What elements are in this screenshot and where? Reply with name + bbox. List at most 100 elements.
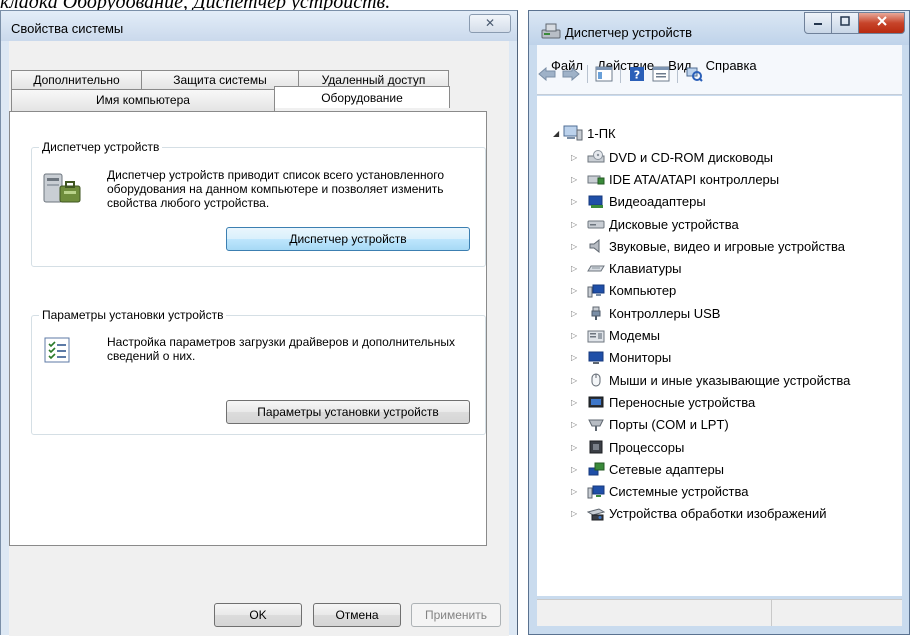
tree-item-label: Дисковые устройства (609, 216, 739, 232)
expand-arrow-icon[interactable]: ▷ (571, 353, 581, 362)
expand-arrow-icon[interactable]: ▷ (571, 153, 581, 162)
portable-device-icon (587, 394, 605, 410)
toolbar-separator (677, 65, 678, 83)
tree-item-label: IDE ATA/ATAPI контроллеры (609, 171, 780, 187)
tree-item-label: Переносные устройства (609, 394, 756, 410)
system-properties-title: Свойства системы (11, 21, 124, 36)
tree-item-label: Системные устройства (609, 484, 749, 500)
expand-arrow-icon[interactable]: ▷ (571, 376, 581, 385)
device-manager-button[interactable]: Диспетчер устройств (226, 227, 470, 251)
device-manager-title-icon (541, 23, 561, 39)
device-manager-title: Диспетчер устройств (565, 25, 693, 40)
help-button[interactable]: ? (627, 65, 647, 83)
tree-item-computer[interactable]: ▷ Компьютер (571, 280, 850, 302)
tree-item-processors[interactable]: ▷ Процессоры (571, 436, 850, 458)
scan-hardware-button[interactable] (684, 65, 704, 83)
port-icon (587, 417, 605, 433)
back-arrow-icon (538, 67, 556, 81)
tree-item-portable[interactable]: ▷ Переносные устройства (571, 391, 850, 413)
expand-arrow-icon[interactable]: ▷ (571, 220, 581, 229)
tab-computer-name[interactable]: Имя компьютера (11, 89, 275, 111)
install-settings-button[interactable]: Параметры установки устройств (226, 400, 470, 424)
tree-item-disk-drives[interactable]: ▷ Дисковые устройства (571, 213, 850, 235)
apply-button[interactable]: Применить (411, 603, 501, 627)
tree-item-mice[interactable]: ▷ Мыши и иные указывающие устройства (571, 369, 850, 391)
cancel-button[interactable]: Отмена (313, 603, 401, 627)
computer-root-icon (563, 125, 583, 141)
expand-arrow-icon[interactable]: ▷ (571, 197, 581, 206)
help-icon: ? (630, 67, 644, 82)
disk-drive-icon (587, 216, 605, 232)
window-close-button[interactable] (859, 12, 905, 34)
expand-arrow-icon[interactable]: ▷ (571, 398, 581, 407)
network-adapter-icon (587, 461, 605, 477)
tree-item-label: DVD и CD-ROM дисководы (609, 149, 774, 165)
device-manager-icon (43, 173, 81, 203)
tree-item-usb[interactable]: ▷ Контроллеры USB (571, 302, 850, 324)
tree-item-dvd[interactable]: ▷ DVD и CD-ROM дисководы (571, 146, 850, 168)
install-settings-description: Настройка параметров загрузки драйверов … (107, 335, 456, 363)
close-icon: ✕ (484, 16, 496, 30)
mouse-icon (587, 372, 605, 388)
maximize-icon (840, 16, 850, 26)
system-properties-title-bar[interactable]: Свойства системы ✕ (1, 11, 517, 41)
tree-item-label: Видеоадаптеры (609, 194, 706, 210)
tree-item-display-adapters[interactable]: ▷ Видеоадаптеры (571, 191, 850, 213)
expand-arrow-icon[interactable]: ▷ (571, 175, 581, 184)
expand-arrow-icon[interactable]: ▷ (571, 331, 581, 340)
back-button[interactable] (537, 65, 557, 83)
tree-item-system-devices[interactable]: ▷ Системные устройства (571, 480, 850, 502)
expand-arrow-icon[interactable]: ▷ (571, 242, 581, 251)
optical-drive-icon (587, 149, 605, 165)
status-bar (537, 599, 902, 626)
expand-arrow-icon[interactable]: ▷ (571, 465, 581, 474)
expand-arrow-icon[interactable]: ▷ (571, 509, 581, 518)
tab-advanced[interactable]: Дополнительно (11, 70, 142, 89)
tree-item-network[interactable]: ▷ Сетевые адаптеры (571, 458, 850, 480)
caption-buttons (804, 12, 905, 34)
menu-help[interactable]: Справка (706, 58, 757, 73)
forward-button[interactable] (561, 65, 581, 83)
expand-arrow-icon[interactable]: ▷ (571, 420, 581, 429)
tree-item-ide[interactable]: ▷ IDE ATA/ATAPI контроллеры (571, 168, 850, 190)
expand-arrow-icon[interactable]: ▷ (571, 264, 581, 273)
expand-arrow-icon[interactable]: ▷ (571, 309, 581, 318)
tab-hardware[interactable]: Оборудование (274, 86, 450, 108)
window-close-icon (876, 16, 887, 26)
tree-item-label: Порты (COM и LPT) (609, 417, 729, 433)
toolbar-separator (587, 65, 588, 83)
tree-item-label: Мыши и иные указывающие устройства (609, 372, 851, 388)
tree-item-label: Устройства обработки изображений (609, 506, 827, 522)
properties-icon (652, 66, 670, 82)
tree-item-keyboards[interactable]: ▷ Клавиатуры (571, 257, 850, 279)
device-manager-title-bar[interactable]: Диспетчер устройств (529, 11, 909, 45)
minimize-button[interactable] (804, 12, 832, 34)
toolbar: ? (537, 63, 708, 85)
tree-item-modems[interactable]: ▷ Модемы (571, 324, 850, 346)
checklist-icon (44, 337, 70, 363)
expand-arrow-icon[interactable]: ▷ (571, 286, 581, 295)
ok-button[interactable]: OK (214, 603, 302, 627)
properties-button[interactable] (651, 65, 671, 83)
tree-item-label: Мониторы (609, 350, 672, 366)
tree-item-label: Контроллеры USB (609, 305, 721, 321)
tree-root[interactable]: ◢ 1-ПК (553, 123, 616, 143)
tree-item-monitors[interactable]: ▷ Мониторы (571, 347, 850, 369)
close-button[interactable]: ✕ (469, 14, 511, 33)
expand-arrow-icon[interactable]: ▷ (571, 487, 581, 496)
scan-hardware-icon (686, 67, 703, 82)
modem-icon (587, 328, 605, 344)
tree-item-label: Звуковые, видео и игровые устройства (609, 238, 845, 254)
expand-arrow-icon[interactable]: ▷ (571, 443, 581, 452)
ide-controller-icon (587, 171, 605, 187)
tree-item-ports[interactable]: ▷ Порты (COM и LPT) (571, 414, 850, 436)
device-manager-group: Диспетчер устройств Диспетчер устройств … (31, 140, 486, 267)
keyboard-icon (587, 261, 605, 277)
collapse-arrow-icon[interactable]: ◢ (553, 129, 559, 138)
tree-item-sound[interactable]: ▷ Звуковые, видео и игровые устройства (571, 235, 850, 257)
maximize-button[interactable] (832, 12, 859, 34)
tree-item-imaging[interactable]: ▷ Устройства обработки изображений (571, 503, 850, 525)
display-adapter-icon (587, 194, 605, 210)
install-settings-group: Параметры установки устройств Настройка … (31, 308, 486, 435)
show-hide-tree-button[interactable] (594, 65, 614, 83)
